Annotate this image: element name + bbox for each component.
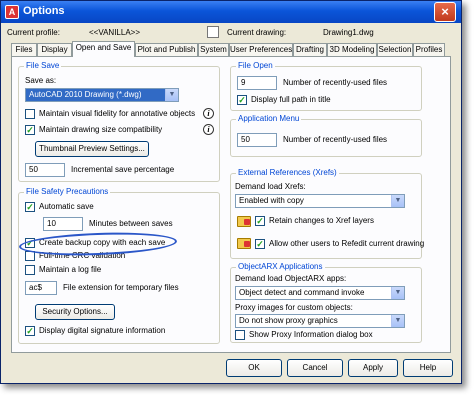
tab-profiles[interactable]: Profiles <box>413 43 445 56</box>
file-save-title: File Save <box>24 61 62 70</box>
tab-user-preferences[interactable]: User Preferences <box>229 43 293 56</box>
incremental-save-input[interactable]: 50 <box>25 163 65 177</box>
application-menu-group: Application Menu 50 Number of recently-u… <box>230 114 422 157</box>
drawing-icon <box>207 26 219 38</box>
full-path-checkbox[interactable]: ✓ <box>237 95 247 105</box>
info-icon[interactable]: i <box>203 124 214 135</box>
current-drawing-label: Current drawing: <box>227 28 287 37</box>
chevron-down-icon: ▼ <box>391 287 404 299</box>
options-dialog: A Options × Current profile: <<VANILLA>>… <box>0 0 462 384</box>
maintain-size-checkbox[interactable]: ✓ <box>25 125 35 135</box>
autocad-app-icon: A <box>5 5 19 19</box>
minutes-label: Minutes between saves <box>89 219 173 228</box>
tab-drafting[interactable]: Drafting <box>293 43 327 56</box>
menu-recent-files-input[interactable]: 50 <box>237 133 277 147</box>
chevron-down-icon: ▼ <box>391 195 404 207</box>
application-menu-title: Application Menu <box>236 114 302 123</box>
proxy-images-value: Do not show proxy graphics <box>239 316 338 325</box>
file-save-group: File Save Save as: AutoCAD 2010 Drawing … <box>18 61 220 182</box>
file-open-title: File Open <box>236 61 275 70</box>
close-button[interactable]: × <box>434 2 456 22</box>
crc-checkbox[interactable] <box>25 251 35 261</box>
save-as-dropdown[interactable]: AutoCAD 2010 Drawing (*.dwg) ▼ <box>25 88 179 102</box>
info-icon[interactable]: i <box>203 108 214 119</box>
retain-changes-label: Retain changes to Xref layers <box>269 216 374 225</box>
autosave-checkbox[interactable]: ✓ <box>25 202 35 212</box>
file-safety-group: File Safety Precautions ✓ Automatic save… <box>18 187 220 344</box>
recent-files-label: Number of recently-used files <box>283 78 388 87</box>
tab-plot-and-publish[interactable]: Plot and Publish <box>135 43 198 56</box>
recent-files-input[interactable]: 9 <box>237 76 277 90</box>
current-profile-label: Current profile: <box>7 28 60 37</box>
demand-load-xrefs-value: Enabled with copy <box>239 196 304 205</box>
chevron-down-icon: ▼ <box>391 315 404 327</box>
objectarx-title: ObjectARX Applications <box>236 262 325 271</box>
tab-files[interactable]: Files <box>11 43 37 56</box>
autosave-label: Automatic save <box>39 202 94 211</box>
xrefs-title: External References (Xrefs) <box>236 168 339 177</box>
current-drawing-value: Drawing1.dwg <box>323 28 374 37</box>
security-options-button[interactable]: Security Options... <box>35 304 115 320</box>
show-proxy-label: Show Proxy Information dialog box <box>249 330 373 339</box>
demand-load-arx-dropdown[interactable]: Object detect and command invoke ▼ <box>235 286 405 300</box>
file-open-group: File Open 9 Number of recently-used file… <box>230 61 422 111</box>
proxy-images-dropdown[interactable]: Do not show proxy graphics ▼ <box>235 314 405 328</box>
current-profile-value: <<VANILLA>> <box>89 28 140 37</box>
crc-label: Full-time CRC validation <box>39 251 126 260</box>
xref-layer-icon <box>237 216 251 227</box>
retain-changes-checkbox[interactable]: ✓ <box>255 216 265 226</box>
demand-load-arx-value: Object detect and command invoke <box>239 288 365 297</box>
menu-recent-files-label: Number of recently-used files <box>283 135 388 144</box>
open-and-save-panel: File Save Save as: AutoCAD 2010 Drawing … <box>11 56 451 353</box>
title-bar[interactable]: A Options × <box>1 1 461 23</box>
incremental-save-label: Incremental save percentage <box>71 165 175 174</box>
signature-checkbox[interactable]: ✓ <box>25 326 35 336</box>
minutes-input[interactable]: 10 <box>43 217 83 231</box>
backup-checkbox[interactable]: ✓ <box>25 238 35 248</box>
allow-refedit-checkbox[interactable]: ✓ <box>255 239 265 249</box>
save-as-value: AutoCAD 2010 Drawing (*.dwg) <box>29 90 142 99</box>
save-as-label: Save as: <box>25 76 57 85</box>
full-path-label: Display full path in title <box>251 95 331 104</box>
chevron-down-icon: ▼ <box>165 89 178 101</box>
tab-open-and-save[interactable]: Open and Save <box>72 41 135 57</box>
tab-display[interactable]: Display <box>37 43 72 56</box>
tab-selection[interactable]: Selection <box>377 43 413 56</box>
temp-extension-label: File extension for temporary files <box>63 283 179 292</box>
show-proxy-checkbox[interactable] <box>235 330 245 340</box>
help-button[interactable]: Help <box>403 359 453 377</box>
refedit-icon <box>237 238 251 249</box>
file-safety-title: File Safety Precautions <box>24 187 111 196</box>
objectarx-group: ObjectARX Applications Demand load Objec… <box>230 262 422 343</box>
maintain-fidelity-checkbox[interactable] <box>25 109 35 119</box>
thumbnail-preview-settings-button[interactable]: Thumbnail Preview Settings... <box>35 141 149 157</box>
signature-label: Display digital signature information <box>39 326 166 335</box>
maintain-fidelity-label: Maintain visual fidelity for annotative … <box>39 109 196 118</box>
backup-label: Create backup copy with each save <box>39 238 166 247</box>
tab-3d-modeling[interactable]: 3D Modeling <box>327 43 377 56</box>
xrefs-group: External References (Xrefs) Demand load … <box>230 168 425 259</box>
allow-refedit-label: Allow other users to Refedit current dra… <box>269 239 425 248</box>
logfile-label: Maintain a log file <box>39 265 102 274</box>
demand-load-arx-label: Demand load ObjectARX apps: <box>235 274 347 283</box>
cancel-button[interactable]: Cancel <box>287 359 343 377</box>
logfile-checkbox[interactable] <box>25 265 35 275</box>
apply-button[interactable]: Apply <box>348 359 398 377</box>
demand-load-xrefs-dropdown[interactable]: Enabled with copy ▼ <box>235 194 405 208</box>
maintain-size-label: Maintain drawing size compatibility <box>39 125 163 134</box>
window-title: Options <box>23 5 65 17</box>
proxy-images-label: Proxy images for custom objects: <box>235 303 353 312</box>
tab-system[interactable]: System <box>198 43 229 56</box>
ok-button[interactable]: OK <box>226 359 282 377</box>
demand-load-xrefs-label: Demand load Xrefs: <box>235 182 306 191</box>
temp-extension-input[interactable]: ac$ <box>25 281 57 295</box>
